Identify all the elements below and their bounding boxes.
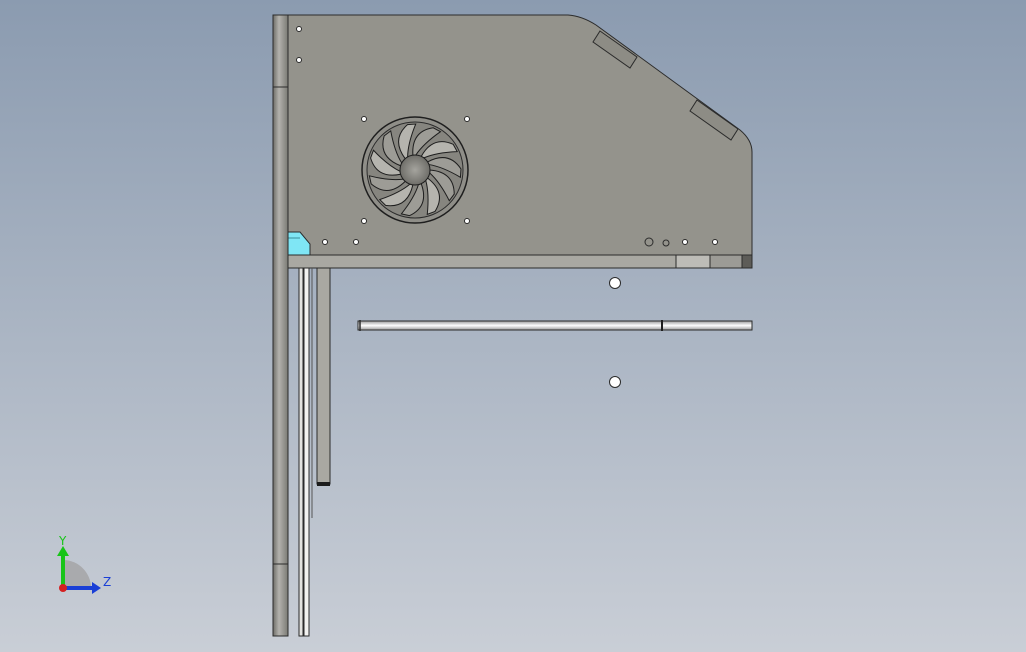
hole [361,116,367,122]
hole [361,218,367,224]
cooling-fan[interactable] [361,116,469,224]
rail-end-cap [709,254,743,269]
rail-end-cap-dark [741,254,753,269]
hole [296,57,302,63]
x-axis-dot [59,584,67,592]
hole [322,239,328,245]
z-axis-label: Z [103,575,111,589]
fan-hub [399,154,431,186]
cable-port [644,237,654,247]
cable-port-small [662,239,670,247]
vertical-rail-thin-a[interactable] [298,267,304,637]
y-axis-label: Y [58,534,67,548]
hole [712,239,718,245]
hole [682,239,688,245]
hole [296,26,302,32]
hole [464,116,470,122]
loose-pin-lower[interactable] [609,376,621,388]
loose-pin-upper[interactable] [609,277,621,289]
model-view[interactable]: Y Z [0,0,1026,652]
vertical-rail-thin-b[interactable] [303,267,310,637]
vertical-leg-short[interactable] [316,267,331,485]
left-vertical-post[interactable] [272,14,289,637]
hole [464,218,470,224]
rail-end-block [675,254,711,269]
cad-graphics-viewport[interactable]: Y Z [0,0,1026,652]
horizontal-tube[interactable] [357,320,753,331]
hole [353,239,359,245]
vertical-leg-foot [317,482,330,486]
